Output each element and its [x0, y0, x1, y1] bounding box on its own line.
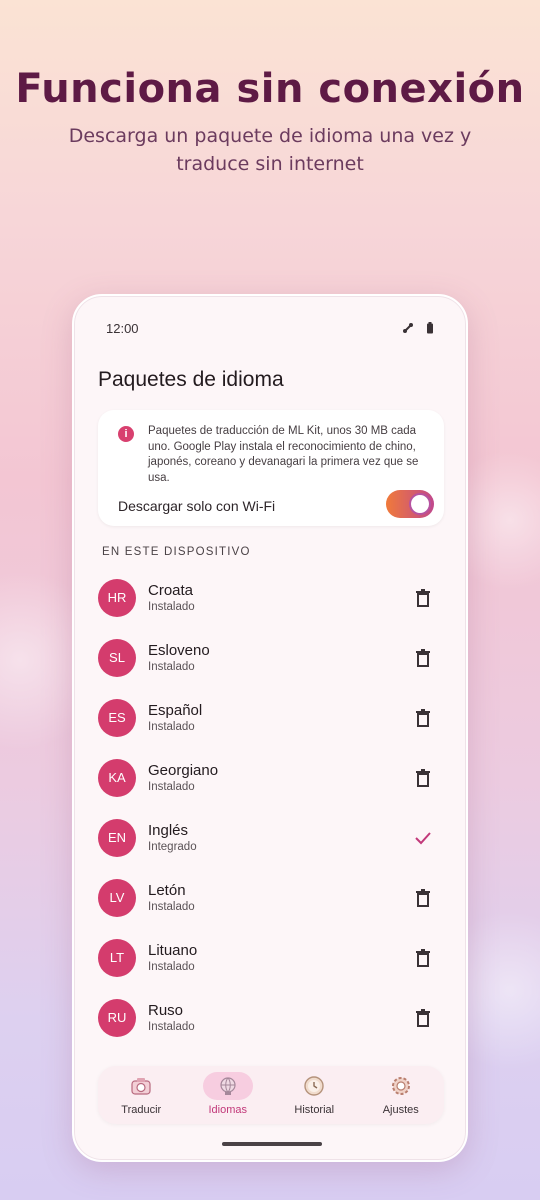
language-row[interactable]: LV Letón Instalado — [74, 868, 466, 928]
globe-icon — [220, 1077, 236, 1095]
language-name: Español — [148, 702, 203, 719]
section-label-on-device: EN ESTE DISPOSITIVO — [102, 546, 251, 558]
nav-label: Idiomas — [208, 1104, 248, 1116]
language-status: Integrado — [148, 841, 197, 853]
language-row[interactable]: RU Ruso Instalado — [74, 988, 466, 1048]
status-bar: 12:00 — [106, 318, 436, 338]
nav-item-idiomas[interactable]: Idiomas — [189, 1066, 267, 1124]
bottom-navigation: Traducir Idiomas Historial Ajustes — [98, 1066, 444, 1124]
language-name: Esloveno — [148, 642, 210, 659]
language-row[interactable]: HR Croata Instalado — [74, 568, 466, 628]
trash-icon[interactable] — [412, 947, 434, 969]
status-time: 12:00 — [106, 320, 139, 336]
nav-label: Historial — [294, 1104, 335, 1116]
nav-item-traducir[interactable]: Traducir — [102, 1066, 180, 1124]
trash-icon[interactable] — [412, 647, 434, 669]
language-name: Inglés — [148, 822, 189, 839]
language-avatar: EN — [98, 819, 136, 857]
trash-icon[interactable] — [412, 587, 434, 609]
info-icon: i — [118, 426, 134, 442]
nav-item-ajustes[interactable]: Ajustes — [362, 1066, 440, 1124]
language-avatar: LT — [98, 939, 136, 977]
language-status: Instalado — [148, 961, 195, 973]
language-status: Instalado — [148, 781, 195, 793]
language-avatar: KA — [98, 759, 136, 797]
language-status: Instalado — [148, 901, 195, 913]
phone-frame: 12:00 Paquetes de idioma i Paquetes de t… — [72, 294, 468, 1162]
language-list: HR Croata Instalado SL Esloveno Instalad… — [74, 568, 466, 1048]
language-row[interactable]: SL Esloveno Instalado — [74, 628, 466, 688]
language-name: Lituano — [148, 942, 198, 959]
page-title: Paquetes de idioma — [98, 368, 284, 391]
wifi-only-toggle[interactable] — [386, 490, 434, 518]
language-row[interactable]: ES Español Instalado — [74, 688, 466, 748]
language-name: Croata — [148, 582, 194, 599]
trash-icon[interactable] — [412, 887, 434, 909]
promo-headline: Funciona sin conexión — [15, 66, 525, 112]
info-card: i Paquetes de traducción de ML Kit, unos… — [98, 410, 444, 526]
wifi-only-label: Descargar solo con Wi-Fi — [118, 498, 276, 514]
promo-subline: Descarga un paquete de idioma una vez y … — [68, 125, 472, 175]
camera-icon — [131, 1078, 151, 1095]
language-status: Instalado — [148, 721, 195, 733]
clock-icon — [304, 1076, 324, 1096]
trash-icon[interactable] — [412, 707, 434, 729]
language-status: Instalado — [148, 601, 195, 613]
gear-icon — [391, 1077, 410, 1095]
language-avatar: HR — [98, 579, 136, 617]
language-avatar: RU — [98, 999, 136, 1037]
language-name: Ruso — [148, 1002, 184, 1019]
language-row[interactable]: KA Georgiano Instalado — [74, 748, 466, 808]
toggle-knob — [409, 493, 431, 515]
trash-icon[interactable] — [412, 1007, 434, 1029]
nav-item-historial[interactable]: Historial — [275, 1066, 353, 1124]
language-avatar: LV — [98, 879, 136, 917]
language-name: Letón — [148, 882, 186, 899]
check-icon — [415, 832, 431, 845]
language-row[interactable]: EN Inglés Integrado — [74, 808, 466, 868]
status-icons — [402, 322, 436, 334]
language-row[interactable]: LT Lituano Instalado — [74, 928, 466, 988]
language-avatar: ES — [98, 699, 136, 737]
signal-icon — [403, 323, 413, 333]
home-indicator — [222, 1142, 322, 1146]
language-status: Instalado — [148, 1021, 195, 1033]
nav-label: Traducir — [121, 1104, 162, 1116]
info-text: Paquetes de traducción de ML Kit, unos 3… — [148, 425, 419, 484]
language-status: Instalado — [148, 661, 195, 673]
language-name: Georgiano — [148, 762, 219, 779]
language-avatar: SL — [98, 639, 136, 677]
trash-icon[interactable] — [412, 767, 434, 789]
nav-label: Ajustes — [382, 1104, 419, 1116]
battery-icon — [427, 322, 433, 334]
